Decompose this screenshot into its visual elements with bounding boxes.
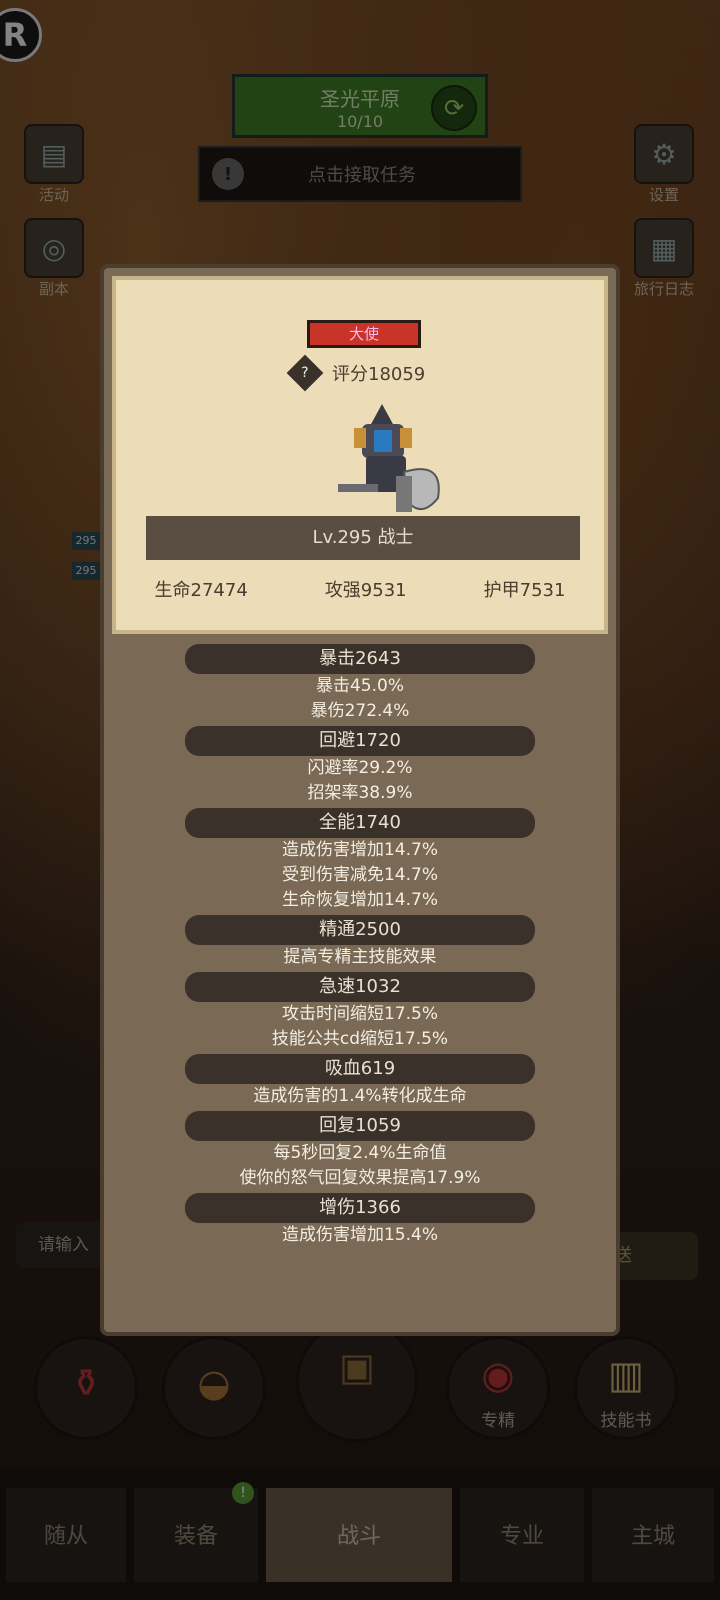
stat-line: 暴击45.0% — [315, 676, 404, 696]
stat-line: 闪避率29.2% — [307, 758, 413, 778]
stat-line: 技能公共cd缩短17.5% — [271, 1029, 449, 1049]
stat-line: 造成伤害增加15.4% — [281, 1225, 438, 1245]
haste-header: 急速1032 — [185, 972, 535, 1002]
level-class-band: Lv.295 战士 — [146, 516, 580, 560]
versatility-header: 全能1740 — [185, 808, 535, 838]
stat-line: 生命恢复增加14.7% — [281, 890, 438, 910]
secondary-stats: 暴击2643 暴击45.0% 暴伤272.4% 回避1720 闪避率29.2% … — [104, 642, 616, 1248]
stat-line: 攻击时间缩短17.5% — [281, 1004, 438, 1024]
character-card: 大使 ? 评分18059 Lv.295 战士 生命27474 攻强9531 护甲… — [112, 276, 608, 634]
score-row: ? 评分18059 — [286, 354, 426, 392]
stat-line: 受到伤害减免14.7% — [281, 865, 438, 885]
stat-line: 造成伤害增加14.7% — [281, 840, 438, 860]
stat-line: 暴伤272.4% — [310, 701, 410, 721]
avoidance-header: 回避1720 — [185, 726, 535, 756]
stat-line: 每5秒回复2.4%生命值 — [273, 1143, 447, 1163]
score-value: 评分18059 — [332, 364, 426, 385]
crit-header: 暴击2643 — [185, 644, 535, 674]
lifesteal-header: 吸血619 — [185, 1054, 535, 1084]
mastery-header: 精通2500 — [185, 915, 535, 945]
armor-stat: 护甲7531 — [483, 580, 566, 601]
stat-line: 招架率38.9% — [307, 783, 413, 803]
damage-bonus-header: 增伤1366 — [185, 1193, 535, 1223]
stat-line: 提高专精主技能效果 — [283, 947, 437, 967]
help-icon[interactable]: ? — [286, 354, 324, 392]
rank-badge: 大使 — [307, 320, 421, 348]
stat-line: 使你的怒气回复效果提高17.9% — [239, 1168, 481, 1188]
stat-line: 造成伤害的1.4%转化成生命 — [253, 1086, 467, 1106]
health-stat: 生命27474 — [154, 580, 248, 601]
base-stats: 生命27474 攻强9531 护甲7531 — [116, 576, 604, 602]
warrior-sprite — [338, 404, 440, 512]
regen-header: 回复1059 — [185, 1111, 535, 1141]
attack-power-stat: 攻强9531 — [324, 580, 407, 601]
character-stats-popup: 大使 ? 评分18059 Lv.295 战士 生命27474 攻强9531 护甲… — [100, 264, 620, 1336]
